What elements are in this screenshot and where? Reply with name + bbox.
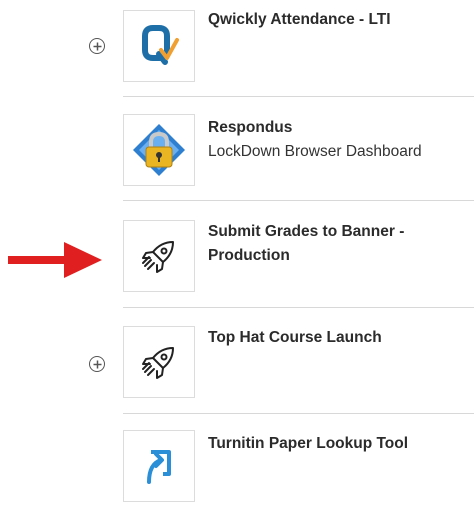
tool-subtitle: LockDown Browser Dashboard [208,143,422,160]
tool-name[interactable]: Respondus [208,119,292,136]
divider [123,96,474,97]
list-item[interactable]: Top Hat Course Launch [0,310,474,416]
divider [123,200,474,201]
tool-title[interactable]: Top Hat Course Launch [208,326,470,350]
tool-icon-tile[interactable] [123,326,195,398]
tool-icon-tile[interactable] [123,220,195,292]
tool-name[interactable]: Qwickly Attendance - LTI [208,11,391,28]
tool-icon-tile[interactable] [123,114,195,186]
tool-icon-tile[interactable] [123,430,195,502]
add-icon[interactable] [89,356,105,372]
tool-name[interactable]: Submit Grades to Banner - Production [208,223,404,264]
list-item[interactable]: Turnitin Paper Lookup Tool [0,416,474,522]
tool-name[interactable]: Top Hat Course Launch [208,329,382,346]
rocket-icon [142,347,174,379]
divider [123,413,474,414]
tool-title[interactable]: Turnitin Paper Lookup Tool [208,432,470,456]
divider [123,307,474,308]
tool-title[interactable]: Submit Grades to Banner - Production [208,220,470,268]
add-icon[interactable] [89,38,105,54]
tool-icon-tile[interactable] [123,10,195,82]
pointer-arrow-icon [8,242,102,278]
tool-title[interactable]: Respondus LockDown Browser Dashboard [208,116,470,164]
list-item[interactable]: Qwickly Attendance - LTI [0,0,474,106]
tool-name[interactable]: Turnitin Paper Lookup Tool [208,435,408,452]
rocket-icon [142,241,174,273]
qwickly-logo-icon [142,25,179,65]
list-item[interactable]: Respondus LockDown Browser Dashboard [0,100,474,206]
turnitin-logo-icon [147,450,171,484]
respondus-lock-icon [133,124,185,176]
tool-title[interactable]: Qwickly Attendance - LTI [208,8,470,32]
